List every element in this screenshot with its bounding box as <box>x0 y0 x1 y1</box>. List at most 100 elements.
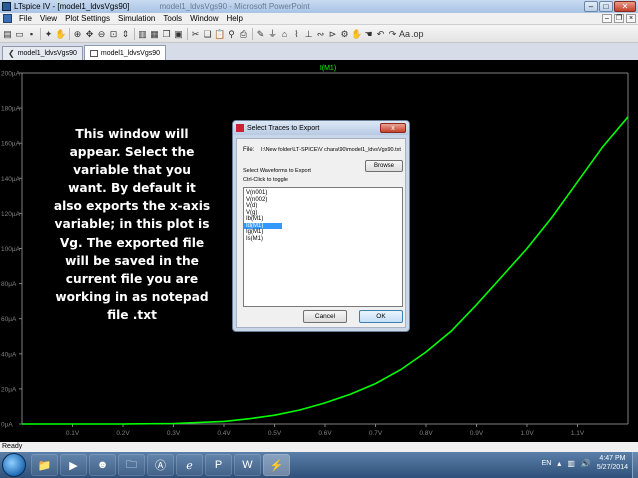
dialog-title-bar[interactable]: Select Traces to Export x <box>233 121 409 135</box>
tile-horizontal-icon[interactable]: ▥ <box>137 28 148 40</box>
menu-simulation[interactable]: Simulation <box>114 14 159 23</box>
halt-icon[interactable]: ✋ <box>55 28 66 40</box>
menu-plot-settings[interactable]: Plot Settings <box>61 14 114 23</box>
open-schematic-icon[interactable]: ▤ <box>2 28 13 40</box>
wire-icon[interactable]: ✎ <box>255 28 266 40</box>
drag-icon[interactable]: ☚ <box>363 28 374 40</box>
spice-directive-icon[interactable]: .op <box>411 28 424 40</box>
taskbar-ltspice-icon[interactable]: ⚡ <box>263 454 290 476</box>
document-icon[interactable] <box>3 14 12 23</box>
waveform-tab-icon <box>89 49 98 57</box>
y-tick-label: 20µA <box>1 386 17 393</box>
move-icon[interactable]: ✋ <box>351 28 362 40</box>
cascade-icon[interactable]: ❐ <box>161 28 172 40</box>
zoom-in-icon[interactable]: ⊕ <box>72 28 83 40</box>
toolbar-separator <box>40 27 41 40</box>
taskbar-messenger-icon[interactable]: ☻ <box>89 454 116 476</box>
autorange-icon[interactable]: ⇕ <box>120 28 131 40</box>
cut-icon[interactable]: ✂ <box>190 28 201 40</box>
show-desktop-button[interactable] <box>632 452 638 478</box>
y-tick-label: 180µA <box>1 106 21 113</box>
tab-waveform[interactable]: model1_ldvsVgs90 <box>83 45 167 60</box>
taskbar-explorer-icon[interactable]: 📁 <box>31 454 58 476</box>
print-icon[interactable]: ⎙ <box>238 28 249 40</box>
open-icon[interactable]: ▭ <box>14 28 25 40</box>
network-icon[interactable]: ▥ <box>567 459 575 468</box>
document-tabs: ❮ model1_ldvsVgs90 model1_ldvsVgs90 <box>0 43 638 60</box>
tab-label: model1_ldvsVgs90 <box>100 49 161 57</box>
component-icon[interactable]: ⚙ <box>339 28 350 40</box>
dialog-body: File: I:\New folder\LT-SPICE\V chara\90\… <box>236 138 406 328</box>
close-all-icon[interactable]: ▣ <box>173 28 184 40</box>
x-tick-label: 0.2V <box>116 430 130 437</box>
window-title-faded: model1_ldvsVgs90 - Microsoft PowerPoint <box>159 2 310 11</box>
mdi-close-button[interactable]: × <box>626 14 636 23</box>
ltspice-icon <box>236 124 244 132</box>
taskbar-acrobat-icon[interactable]: Ⓐ <box>147 454 174 476</box>
menu-view[interactable]: View <box>36 14 61 23</box>
tray-arrow-icon[interactable]: ▴ <box>557 459 561 468</box>
volume-icon[interactable]: 🔊 <box>581 459 591 468</box>
menu-help[interactable]: Help <box>223 14 247 23</box>
menu-window[interactable]: Window <box>186 14 222 23</box>
x-tick-label: 0.5V <box>268 430 282 437</box>
browse-button[interactable]: Browse <box>365 160 403 172</box>
toolbar: ▤ ▭ ▪ ✦ ✋ ⊕ ✥ ⊖ ⊡ ⇕ ▥ ▦ ❐ ▣ ✂ ❏ 📋 ⚲ ⎙ ✎ … <box>0 25 638 43</box>
zoom-fit-icon[interactable]: ⊡ <box>108 28 119 40</box>
copy-icon[interactable]: ❏ <box>202 28 213 40</box>
paste-icon[interactable]: 📋 <box>214 28 225 40</box>
taskbar-word-icon[interactable]: W <box>234 454 261 476</box>
y-tick-label: 160µA <box>1 141 21 148</box>
taskbar-media-icon[interactable]: ▶ <box>60 454 87 476</box>
capacitor-icon[interactable]: ⊥ <box>303 28 314 40</box>
close-button[interactable]: ✕ <box>614 1 636 12</box>
list-item[interactable]: Is(M1) <box>244 236 402 243</box>
run-icon[interactable]: ✦ <box>43 28 54 40</box>
language-indicator[interactable]: EN <box>542 460 552 467</box>
waveform-list[interactable]: V(n001) V(n002) V(d) V(g) Ib(M1) Id(M1) … <box>243 187 403 307</box>
minimize-button[interactable]: – <box>584 1 598 12</box>
start-button[interactable] <box>2 453 26 477</box>
cancel-button[interactable]: Cancel <box>303 310 347 323</box>
save-icon[interactable]: ▪ <box>26 28 37 40</box>
toolbar-separator <box>187 27 188 40</box>
resistor-icon[interactable]: ⌇ <box>291 28 302 40</box>
mdi-restore-button[interactable]: ❐ <box>614 14 624 23</box>
taskbar-powerpoint-icon[interactable]: P <box>205 454 232 476</box>
mdi-minimize-button[interactable]: – <box>602 14 612 23</box>
taskbar-ie-icon[interactable]: ℯ <box>176 454 203 476</box>
menu-tools[interactable]: Tools <box>159 14 186 23</box>
trace-label[interactable]: I(M1) <box>320 65 336 72</box>
text-icon[interactable]: Aa <box>399 28 410 40</box>
clock[interactable]: 4:47 PM 5/27/2014 <box>597 454 628 472</box>
ok-button[interactable]: OK <box>359 310 403 323</box>
zoom-pan-icon[interactable]: ✥ <box>84 28 95 40</box>
redo-icon[interactable]: ↷ <box>387 28 398 40</box>
ground-icon[interactable]: ⏚ <box>267 28 278 40</box>
file-label: File: <box>243 147 255 153</box>
menu-file[interactable]: File <box>15 14 36 23</box>
y-tick-label: 120µA <box>1 211 21 218</box>
find-icon[interactable]: ⚲ <box>226 28 237 40</box>
file-path: I:\New folder\LT-SPICE\V chara\90\model1… <box>261 147 401 153</box>
diode-icon[interactable]: ⊳ <box>327 28 338 40</box>
label-icon[interactable]: ⌂ <box>279 28 290 40</box>
tab-schematic[interactable]: ❮ model1_ldvsVgs90 <box>2 46 83 60</box>
tile-vertical-icon[interactable]: ▦ <box>149 28 160 40</box>
undo-icon[interactable]: ↶ <box>375 28 386 40</box>
toolbar-separator <box>252 27 253 40</box>
inductor-icon[interactable]: ∾ <box>315 28 326 40</box>
x-tick-label: 0.8V <box>419 430 433 437</box>
select-waveforms-label: Select Waveforms to Export <box>243 168 311 174</box>
maximize-button[interactable]: □ <box>599 1 613 12</box>
zoom-out-icon[interactable]: ⊖ <box>96 28 107 40</box>
annotation-text: This window will appear. Select the vari… <box>53 127 211 322</box>
window-controls: – □ ✕ <box>584 1 636 12</box>
taskbar: 📁 ▶ ☻ 🗀 Ⓐ ℯ P W ⚡ EN ▴ ▥ 🔊 4:47 PM 5/27/… <box>0 452 638 478</box>
select-traces-dialog: Select Traces to Export x File: I:\New f… <box>232 120 410 332</box>
taskbar-folder-icon[interactable]: 🗀 <box>118 454 145 476</box>
dialog-close-button[interactable]: x <box>380 123 406 133</box>
y-tick-label: 80µA <box>1 281 17 288</box>
mdi-controls: – ❐ × <box>602 14 636 23</box>
status-bar: Ready <box>0 442 638 452</box>
